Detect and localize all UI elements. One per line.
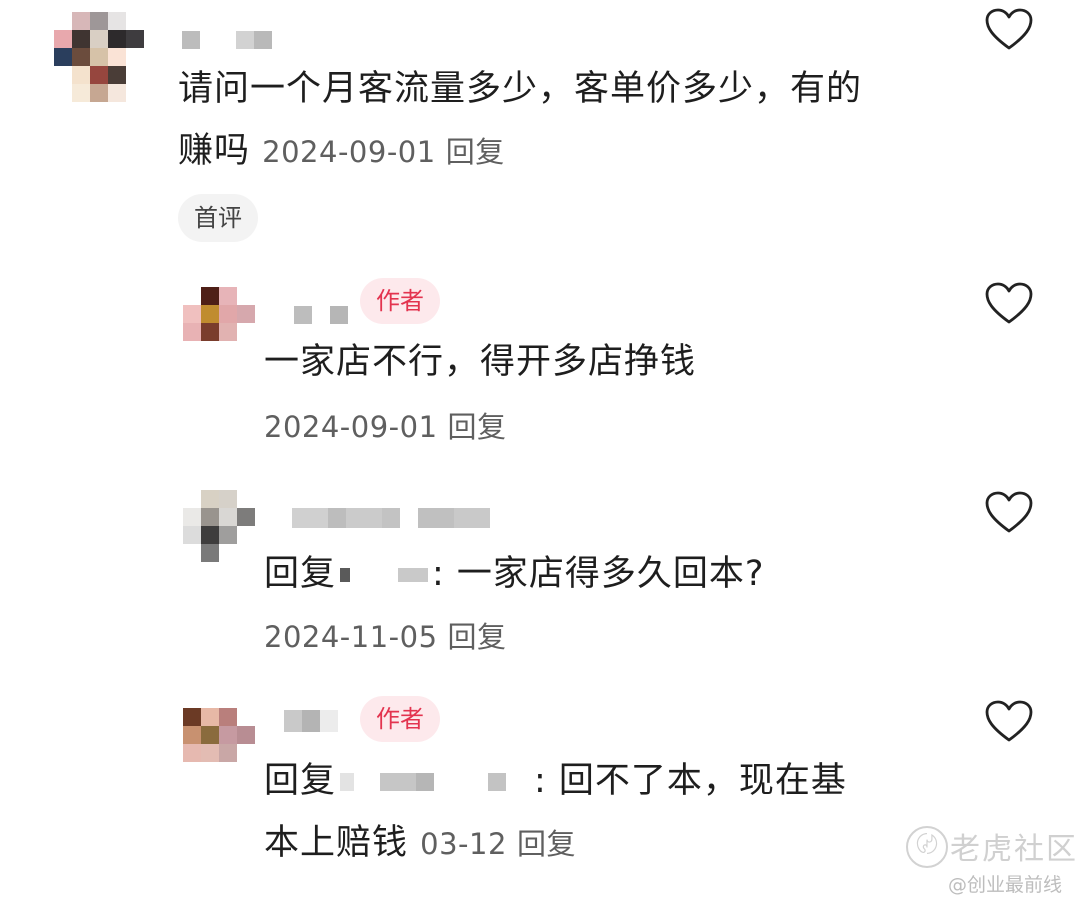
reply-prefix: 回复 [264, 761, 337, 801]
reply-text: 回复 : 一家店得多久回本? [264, 543, 765, 605]
author-badge: 作者 [360, 696, 440, 742]
reply-date: 03-12 [420, 827, 507, 861]
author-badge: 作者 [360, 278, 440, 324]
username[interactable] [292, 508, 490, 528]
reply-button[interactable]: 回复 [446, 135, 505, 169]
reply-suffix: : 回不了本，现在基 [534, 761, 847, 801]
first-comment-badge: 首评 [178, 194, 258, 242]
avatar[interactable] [54, 12, 144, 102]
avatar[interactable] [183, 490, 255, 562]
reply-date: 2024-11-05 [264, 620, 438, 654]
reply-suffix: : 一家店得多久回本? [432, 554, 765, 594]
comment-text-line: 赚吗 [178, 131, 251, 171]
comment-date: 2024-09-01 [262, 135, 436, 169]
reply-text-line: 本上赔钱 [264, 823, 409, 863]
avatar[interactable] [183, 287, 255, 341]
username[interactable] [294, 306, 348, 324]
reply-meta: 2024-09-01 回复 [264, 404, 507, 446]
heart-icon[interactable] [985, 282, 1033, 326]
reply-date: 2024-09-01 [264, 410, 438, 444]
watermark-brand: 老虎社区 [950, 832, 1078, 867]
heart-icon[interactable] [985, 491, 1033, 535]
reply-button[interactable]: 回复 [448, 620, 507, 654]
avatar[interactable] [183, 708, 255, 762]
heart-icon[interactable] [985, 700, 1033, 744]
mentioned-username[interactable] [340, 773, 531, 791]
reply-button[interactable]: 回复 [448, 410, 507, 444]
reply-text: 一家店不行，得开多店挣钱 [264, 342, 697, 382]
reply-prefix: 回复 [264, 554, 337, 594]
heart-icon[interactable] [985, 8, 1033, 52]
comment-text: 请问一个月客流量多少，客单价多少，有的 赚吗 2024-09-01 回复 [178, 58, 862, 183]
reply-text: 回复 : 回不了本，现在基 本上赔钱 03-12 回复 [264, 750, 847, 875]
comment-text-line: 请问一个月客流量多少，客单价多少，有的 [178, 69, 863, 109]
tiger-community-logo-icon: 〄 [906, 826, 948, 868]
mentioned-username[interactable] [340, 568, 429, 582]
username[interactable] [182, 31, 272, 49]
reply-meta: 2024-11-05 回复 [264, 614, 507, 656]
reply-button[interactable]: 回复 [517, 827, 576, 861]
username[interactable] [266, 710, 338, 732]
watermark-handle: @创业最前线 [948, 874, 1063, 896]
